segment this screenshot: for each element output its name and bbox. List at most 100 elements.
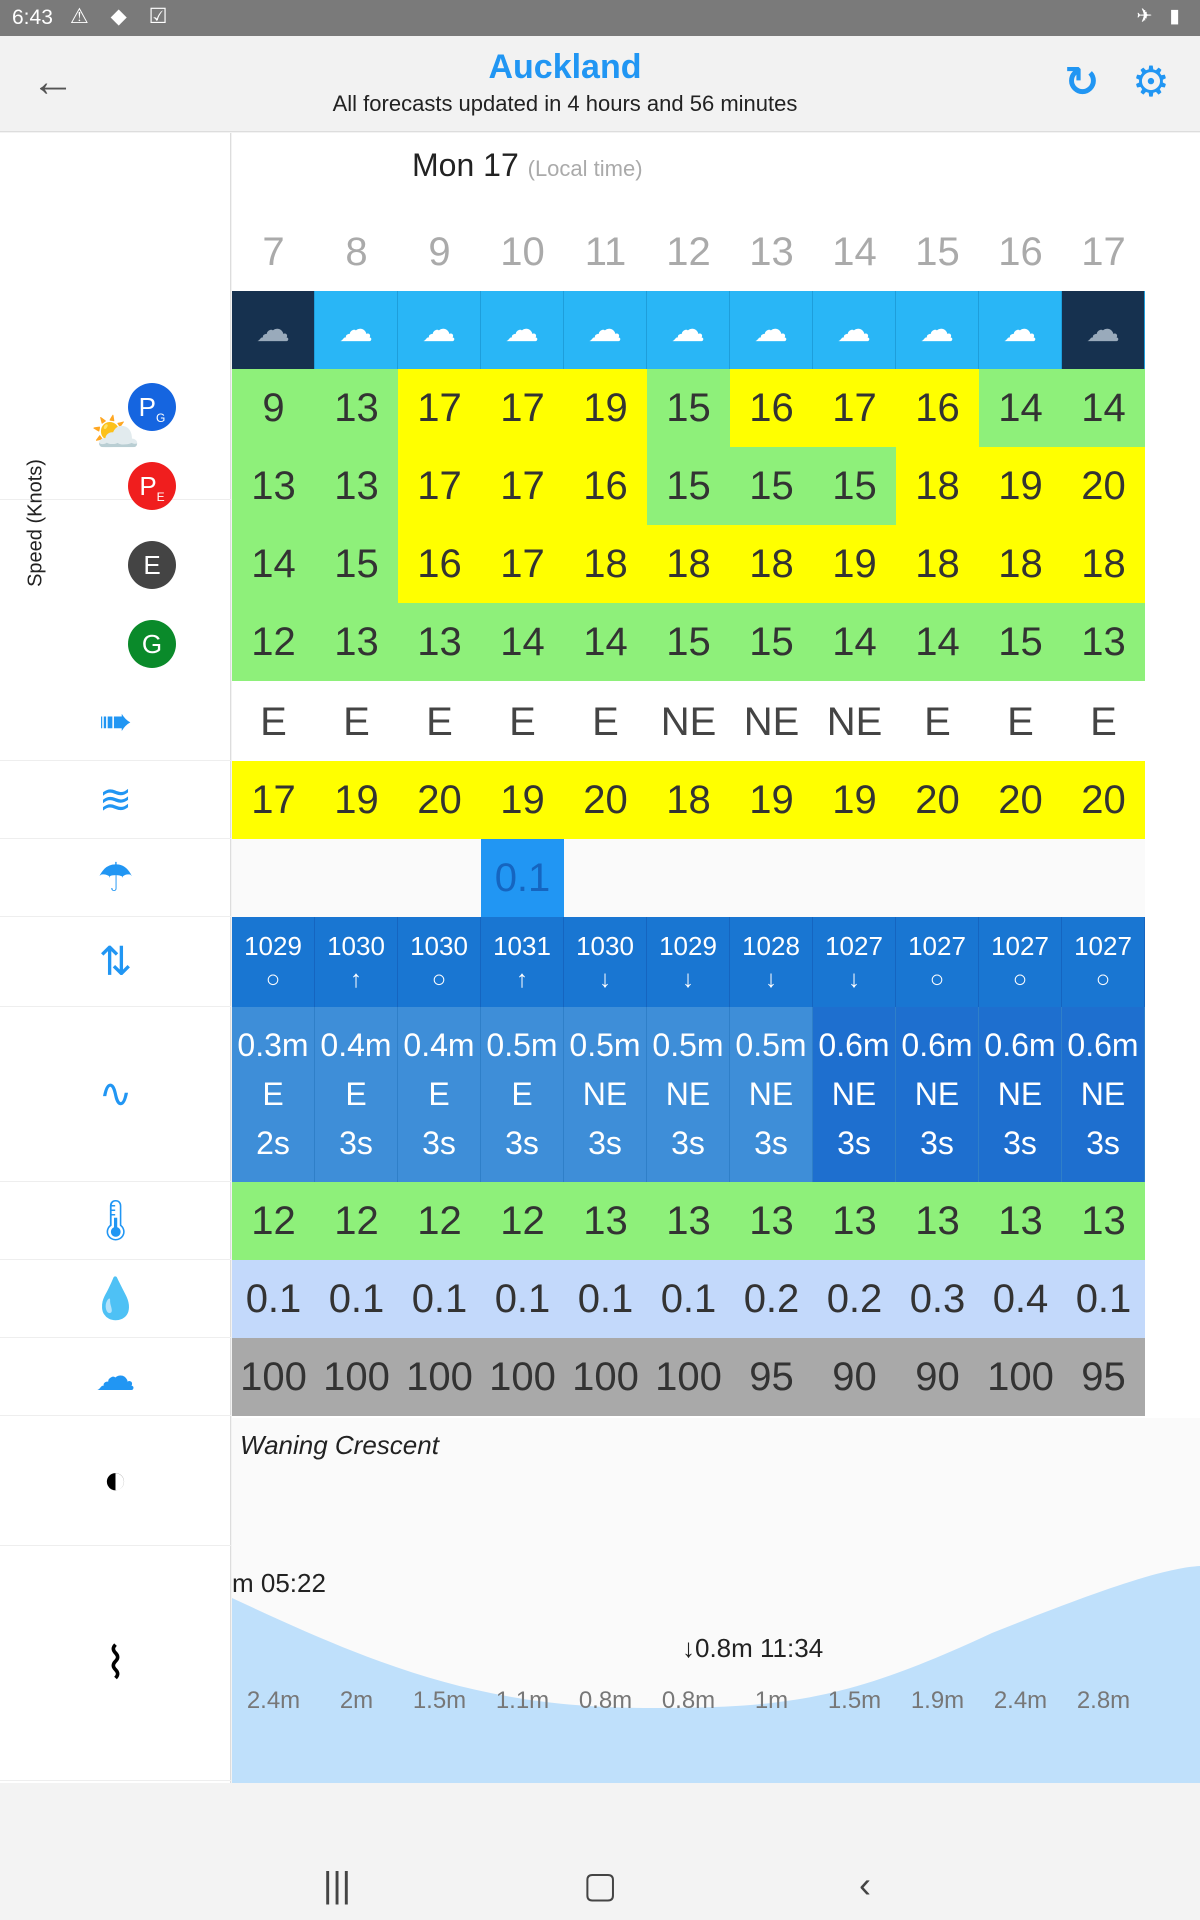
wave-height: 0.6m <box>901 1027 973 1063</box>
cloud-icon: ☁ <box>979 291 1062 369</box>
wave-period: 3s <box>837 1125 871 1161</box>
wind-speed-cell: 17 <box>398 447 481 525</box>
tide-height-label: 1.5m <box>412 1687 467 1714</box>
rain-cell <box>315 839 398 917</box>
pressure-cell: 1030 ↓ <box>564 917 647 1007</box>
cloud-cover-cell: 100 <box>232 1338 315 1416</box>
tide-curve <box>232 1566 1200 1783</box>
pressure-cell: 1029 ○ <box>232 917 315 1007</box>
wave-cell: 0.4m E 3s <box>398 1007 481 1182</box>
pressure-trend-icon: ○ <box>929 965 945 993</box>
humidity-cell: 0.1 <box>564 1260 647 1338</box>
temperature-cell: 12 <box>232 1182 315 1260</box>
wave-height: 0.6m <box>984 1027 1056 1063</box>
humidity-cell: 0.1 <box>232 1260 315 1338</box>
moon-phase-icon: ◐ <box>103 1458 128 1502</box>
cloud-icon: ☁ <box>398 291 481 369</box>
moon-phase-text: Waning Crescent <box>240 1430 439 1460</box>
tide-height-label: 2m <box>339 1687 374 1714</box>
wave-cell: 0.6m NE 3s <box>896 1007 979 1182</box>
gust-cell: 18 <box>647 761 730 839</box>
wind-direction-cell: E <box>1090 699 1117 744</box>
hour-label: 10 <box>500 229 545 274</box>
wind-direction-cell: E <box>592 699 619 744</box>
pressure-trend-icon: ○ <box>1012 965 1028 993</box>
pressure-value: 1029 <box>659 930 717 961</box>
wave-direction: NE <box>665 1076 711 1112</box>
cloud-icon: ☁ <box>730 291 813 369</box>
temperature-cell: 13 <box>896 1182 979 1260</box>
wind-speed-cell: 16 <box>730 369 813 447</box>
wave-period: 3s <box>1003 1125 1037 1161</box>
home-button[interactable]: ▢ <box>560 1860 640 1910</box>
rain-cell <box>232 839 315 917</box>
rain-cell <box>647 839 730 917</box>
wind-speed-cell: 9 <box>232 369 315 447</box>
humidity-cell: 0.2 <box>730 1260 813 1338</box>
gear-icon[interactable]: ⚙ <box>1126 58 1176 108</box>
gust-cell: 20 <box>896 761 979 839</box>
wind-speed-cell: 12 <box>232 603 315 681</box>
pressure-trend-icon: ↓ <box>599 965 611 993</box>
system-nav-bar: ||| ▢ ‹ <box>0 1850 1200 1920</box>
page-title: Auckland <box>488 48 642 86</box>
wave-period: 3s <box>422 1125 456 1161</box>
status-bar: 6:43 ⚠ ◆ ☑ ✈ ▮ <box>0 0 1200 36</box>
pressure-trend-icon: ○ <box>265 965 281 993</box>
humidity-cell: 0.1 <box>315 1260 398 1338</box>
wind-speed-cell: 14 <box>813 603 896 681</box>
cloud-cover-cell: 90 <box>813 1338 896 1416</box>
back-button[interactable]: ‹ <box>825 1860 905 1910</box>
model-badge-e[interactable]: E <box>128 541 176 589</box>
pressure-cell: 1030 ○ <box>398 917 481 1007</box>
tide-height-label: 1m <box>754 1687 789 1714</box>
wave-height: 0.4m <box>403 1027 475 1063</box>
wind-direction-cell: NE <box>826 699 883 744</box>
wind-speed-cell: 13 <box>232 447 315 525</box>
pressure-value: 1028 <box>742 930 800 961</box>
gust-cell: 20 <box>1062 761 1145 839</box>
recent-apps-button[interactable]: ||| <box>297 1860 377 1910</box>
tide-height-label: 0.8m <box>578 1687 633 1714</box>
pressure-icon: ⇅ <box>98 939 133 984</box>
wind-speed-cell: 19 <box>813 525 896 603</box>
tide-height-label: 2.4m <box>993 1687 1048 1714</box>
wave-cell: 0.6m NE 3s <box>813 1007 896 1182</box>
cloud-icon: ☁ <box>481 291 564 369</box>
wind-speed-cell: 15 <box>315 525 398 603</box>
wind-speed-cell: 18 <box>979 525 1062 603</box>
wind-speed-cell: 13 <box>315 369 398 447</box>
model-badge-pg[interactable]: PG <box>128 383 176 431</box>
cloud-icon: ☁ <box>232 291 315 369</box>
moon-legend: ◐ <box>0 1416 231 1546</box>
forecast-grid[interactable]: Mon 17 (Local time) 7 8 9 10 11 12 13 14 15 16 17 … <box>232 133 1200 1783</box>
cloud-cover-cell: 95 <box>730 1338 813 1416</box>
moon-row: Waning Crescent <box>232 1418 1200 1548</box>
refresh-icon[interactable]: ↻ <box>1058 58 1106 106</box>
temperature-cell: 13 <box>813 1182 896 1260</box>
cloud-cover-cell: 95 <box>1062 1338 1145 1416</box>
humidity-cell: 0.1 <box>1062 1260 1145 1338</box>
row-legend: ⛅ Speed (Knots) PG PE E G ➠ ≋ ☂ ⇅ ∿ 🌡 💧 … <box>0 133 231 1783</box>
rain-cell <box>564 839 647 917</box>
wave-legend: ∿ <box>0 1007 231 1182</box>
hour-label: 17 <box>1081 229 1126 274</box>
wind-direction-cell: E <box>924 699 951 744</box>
wind-direction-cell: NE <box>743 699 800 744</box>
model-badge-pe[interactable]: PE <box>128 462 176 510</box>
wind-speed-cell: 18 <box>730 525 813 603</box>
wave-period: 3s <box>1086 1125 1120 1161</box>
wave-height: 0.5m <box>735 1027 807 1063</box>
wave-height: 0.4m <box>320 1027 392 1063</box>
cloud-cover-cell: 100 <box>315 1338 398 1416</box>
wave-cell: 0.3m E 2s <box>232 1007 315 1182</box>
wind-speed-cell: 19 <box>979 447 1062 525</box>
tide-row: m 05:22 ↓0.8m 11:34 2.4m 2m 1.5m 1.1m 0.8m 0.… <box>232 1548 1200 1783</box>
model-badge-g[interactable]: G <box>128 620 176 668</box>
hour-label: 8 <box>345 229 368 274</box>
rain-cell <box>730 839 813 917</box>
wave-height: 0.6m <box>818 1027 890 1063</box>
wind-speed-cell: 14 <box>896 603 979 681</box>
wind-speed-cell: 15 <box>730 603 813 681</box>
wind-speed-cell: 16 <box>398 525 481 603</box>
